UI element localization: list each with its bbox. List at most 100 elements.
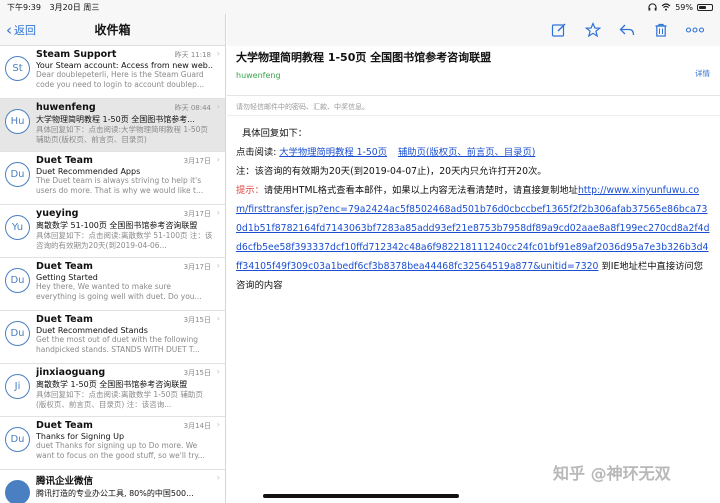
chevron-right-icon: › (216, 314, 220, 323)
mail-list-pane: ‹ 返回 收件箱 St Steam Support 昨天 11:18 › Your St… (0, 14, 226, 503)
avatar: Du (5, 321, 30, 346)
item-sender: 腾讯企业微信 (36, 476, 94, 487)
mail-list-item[interactable]: Hu huwenfeng 昨天 08:44 › 大学物理简明教程 1-50页 全国图书馆… (0, 99, 225, 152)
body-note: 注：该咨询的有效期为20天(到2019-04-07止)，20天内只允许打开20次… (236, 166, 547, 177)
mail-list-item[interactable]: Du Duet Team 3月17日 › Getting Started Hey ther… (0, 258, 225, 311)
avatar: Ji (5, 374, 30, 399)
item-subject: 腾讯打造的专业办公工具, 80%的中国500... (36, 489, 194, 498)
more-button[interactable] (680, 16, 710, 44)
star-icon (585, 22, 601, 38)
item-preview: 具体回复如下：点击阅读:离散数学 1-50页 辅助页(版权页、前言页、目录页) … (36, 390, 203, 409)
mail-list-item[interactable]: St Steam Support 昨天 11:18 › Your Steam accou… (0, 46, 225, 99)
chevron-right-icon: › (216, 420, 220, 429)
avatar: Du (5, 268, 30, 293)
compose-button[interactable] (544, 16, 574, 44)
mail-list-item[interactable]: Du Duet Team 3月14日 › Thanks for Signing Up du… (0, 417, 225, 470)
item-subject: 大学物理简明教程 1-50页 全国图书馆参考... (36, 115, 195, 124)
item-date: 3月17日 (183, 263, 211, 271)
transfer-url-link[interactable]: http://www.xinyunfuwu.com/firsttransfer.… (236, 185, 710, 272)
item-subject: Duet Recommended Stands (36, 326, 148, 335)
headphones-icon (648, 3, 657, 11)
tip-label: 提示： (236, 185, 264, 196)
email-sender[interactable]: huwenfeng (236, 71, 711, 80)
status-right: 59% (648, 3, 713, 12)
delete-button[interactable] (646, 16, 676, 44)
body-tip: 提示：请使用HTML格式查看本邮件，如果以上内容无法看清楚时，请直接复制地址ht… (236, 181, 711, 295)
status-time: 下午9:39 (7, 2, 41, 12)
read-link[interactable]: 大学物理简明教程 1-50页 (279, 147, 387, 158)
battery-percent: 59% (675, 2, 693, 12)
trash-icon (655, 23, 667, 37)
avatar: Du (5, 427, 30, 452)
body-read-line: 点击阅读: 大学物理简明教程 1-50页 辅助页(版权页、前言页、目录页) (236, 143, 711, 162)
email-subject: 大学物理简明教程 1-50页 全国图书馆参考咨询联盟 (236, 51, 492, 64)
home-indicator[interactable] (263, 494, 459, 498)
item-date: 3月15日 (183, 369, 211, 377)
reply-button[interactable] (612, 16, 642, 44)
more-icon (685, 27, 705, 33)
chevron-right-icon: › (216, 102, 220, 111)
item-date: 3月14日 (183, 422, 211, 430)
security-notice: 请勿轻信邮件中的密码、汇款、中奖信息。 (227, 96, 720, 116)
item-date: 3月15日 (183, 316, 211, 324)
item-preview (36, 499, 213, 503)
avatar: St (5, 56, 30, 81)
wifi-icon (661, 3, 671, 11)
avatar: Hu (5, 109, 30, 134)
list-nav-bar: ‹ 返回 收件箱 (0, 14, 225, 46)
item-date: 3月17日 (183, 157, 211, 165)
chevron-right-icon: › (216, 473, 220, 482)
item-date: 昨天 08:44 (174, 104, 211, 112)
item-subject: 离散数学 51-100页 全国图书馆参考咨询联盟 (36, 221, 198, 230)
battery-icon (697, 3, 713, 11)
tip-text: 请使用HTML格式查看本邮件，如果以上内容无法看清楚时，请直接复制地址 (263, 185, 578, 196)
item-preview: duet Thanks for signing up to Do more. W… (36, 441, 205, 460)
item-preview: Dear doublepeterli, Here is the Steam Gu… (36, 70, 204, 89)
avatar (5, 480, 30, 503)
chevron-left-icon: ‹ (6, 20, 12, 39)
chevron-right-icon: › (216, 208, 220, 217)
watermark: 知乎 @神环无双 (553, 464, 671, 483)
chevron-right-icon: › (216, 261, 220, 270)
mail-detail-pane: 大学物理简明教程 1-50页 全国图书馆参考咨询联盟 huwenfeng 详情 … (227, 14, 720, 503)
mail-list-item[interactable]: Du Duet Team 3月15日 › Duet Recommended Stands… (0, 311, 225, 364)
back-button[interactable]: ‹ 返回 (6, 22, 36, 38)
item-subject: Getting Started (36, 273, 98, 282)
detail-toolbar (227, 14, 720, 46)
mail-list: St Steam Support 昨天 11:18 › Your Steam accou… (0, 46, 225, 503)
item-preview: Get the most out of duet with the follow… (36, 335, 200, 354)
aux-link[interactable]: 辅助页(版权页、前言页、目录页) (398, 147, 535, 158)
item-date: 3月17日 (183, 210, 211, 218)
avatar: Du (5, 162, 30, 187)
body-intro: 具体回复如下： (242, 128, 308, 139)
item-date: 昨天 11:18 (174, 51, 211, 59)
chevron-right-icon: › (216, 49, 220, 58)
chevron-right-icon: › (216, 367, 220, 376)
item-subject: Duet Recommended Apps (36, 167, 141, 176)
battery-fill (699, 5, 707, 9)
status-bar: 下午9:39 3月20日 周三 59% (0, 0, 720, 14)
item-subject: Your Steam account: Access from new web.… (36, 61, 213, 70)
item-preview: The Duet team is always striving to help… (36, 176, 204, 195)
read-label: 点击阅读: (236, 147, 280, 158)
compose-icon (551, 23, 566, 37)
item-subject: Thanks for Signing Up (36, 432, 125, 441)
status-date: 3月20日 周三 (49, 2, 100, 12)
item-subject: 离散数学 1-50页 全国图书馆参考咨询联盟 (36, 380, 188, 389)
email-header: 大学物理简明教程 1-50页 全国图书馆参考咨询联盟 huwenfeng 详情 (227, 46, 720, 96)
back-label: 返回 (14, 24, 36, 37)
mail-list-item[interactable]: Du Duet Team 3月17日 › Duet Recommended Apps Th… (0, 152, 225, 205)
chevron-right-icon: › (216, 155, 220, 164)
mail-list-item[interactable]: Yu yueying 3月17日 › 离散数学 51-100页 全国图书馆参考咨询联盟具… (0, 205, 225, 258)
reply-icon (619, 24, 635, 36)
mail-list-item[interactable]: Ji jinxiaoguang 3月15日 › 离散数学 1-50页 全国图书馆参考咨询… (0, 364, 225, 417)
avatar: Yu (5, 215, 30, 240)
email-body: 具体回复如下： 点击阅读: 大学物理简明教程 1-50页 辅助页(版权页、前言页… (227, 116, 720, 303)
item-preview: 具体回复如下：点击阅读:大学物理简明教程 1-50页 辅助页(版权页、前言页、目… (36, 125, 208, 144)
favorite-button[interactable] (578, 16, 608, 44)
mail-list-item[interactable]: 腾讯企业微信 › 腾讯打造的专业办公工具, 80%的中国500... (0, 470, 225, 503)
item-preview: 具体回复如下：点击阅读:离散数学 51-100页 注：该咨询的有效期为20天(到… (36, 231, 213, 250)
details-link[interactable]: 详情 (695, 68, 710, 79)
status-left: 下午9:39 3月20日 周三 (7, 2, 99, 13)
item-preview: Hey there, We wanted to make sure everyt… (36, 282, 202, 301)
